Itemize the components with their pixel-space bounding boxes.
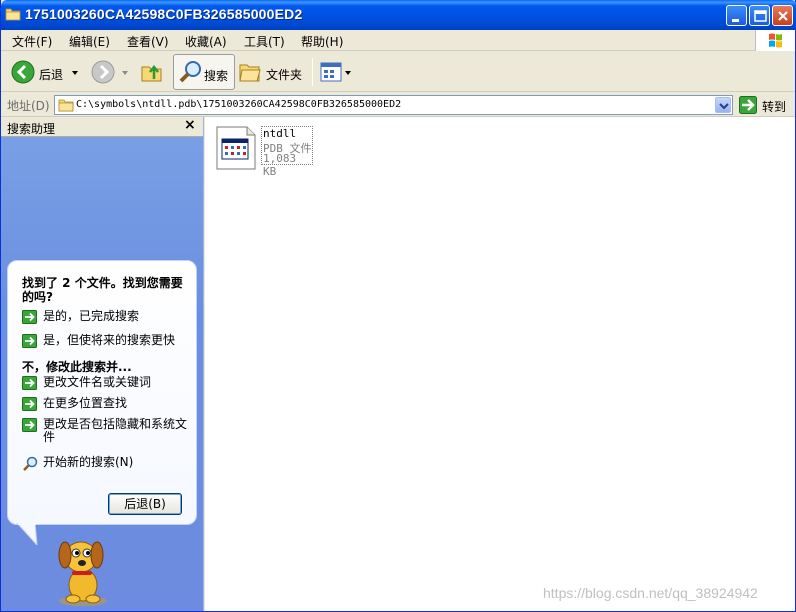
windows-logo [755, 30, 795, 51]
windows-flag-icon [769, 33, 782, 48]
views-button[interactable] [318, 52, 354, 92]
menu-tools[interactable]: 工具(T) [244, 33, 285, 50]
close-button[interactable] [772, 5, 793, 26]
minimize-icon [732, 19, 739, 22]
green-arrow-icon [22, 418, 37, 432]
option-new-search[interactable]: 开始新的搜索(N) [22, 456, 192, 472]
go-arrow-icon [739, 96, 757, 114]
option-more-locations[interactable]: 在更多位置查找 [22, 397, 192, 411]
pdb-file-icon [216, 126, 256, 170]
maximize-button[interactable] [749, 5, 770, 26]
file-size: 1,083 KB [263, 152, 297, 178]
address-dropdown-button[interactable] [715, 97, 731, 113]
search-button[interactable]: 搜索 [173, 54, 235, 90]
file-name: ntdll [263, 127, 297, 140]
folders-button[interactable]: 文件夹 [238, 52, 308, 92]
modify-search-subtitle: 不，修改此搜索并... [22, 360, 132, 374]
search-results-bubble: 找到了 2 个文件。找到您需要的吗? 是的，已完成搜索 是，但使将来的搜索更快 … [7, 260, 197, 525]
pane-header: 搜索助理 × [1, 117, 203, 137]
menu-file[interactable]: 文件(F) [12, 33, 52, 50]
option-change-filename[interactable]: 更改文件名或关键词 [22, 376, 192, 390]
go-button[interactable]: 转到 [738, 95, 794, 115]
menu-bar: 文件(F) 编辑(E) 查看(V) 收藏(A) 工具(T) 帮助(H) [1, 30, 795, 51]
back-button[interactable]: 后退 [9, 52, 85, 92]
menu-view[interactable]: 查看(V) [127, 33, 169, 50]
minimize-button[interactable] [726, 5, 747, 26]
toolbar: 后退 搜索 文件夹 [1, 52, 795, 92]
option-yes-faster[interactable]: 是，但使将来的搜索更快 [22, 334, 192, 348]
green-arrow-icon [22, 310, 37, 324]
results-question: 找到了 2 个文件。找到您需要的吗? [22, 276, 183, 304]
chevron-down-icon [719, 103, 729, 110]
forward-arrow-icon [91, 60, 115, 84]
address-input[interactable]: C:\symbols\ntdll.pdb\1751003260CA42598C0… [54, 95, 733, 115]
back-arrow-icon [11, 60, 35, 84]
title-bar[interactable]: 1751003260CA42598C0FB326585000ED2 [1, 0, 796, 30]
toolbar-separator [312, 58, 313, 86]
folder-up-icon [141, 64, 162, 82]
rover-dog-icon [58, 541, 107, 606]
folders-icon [239, 64, 261, 82]
views-dropdown-icon[interactable] [345, 71, 351, 75]
folder-icon [58, 99, 74, 112]
address-label: 地址(D) [7, 99, 50, 113]
pane-close-button[interactable]: × [184, 117, 196, 133]
file-item[interactable]: ntdll PDB 文件 1,083 KB [215, 125, 315, 183]
address-value: C:\symbols\ntdll.pdb\1751003260CA42598C0… [76, 99, 402, 110]
back-dropdown-icon[interactable] [72, 71, 78, 75]
folder-icon [5, 8, 21, 21]
option-hidden-system-files[interactable]: 更改是否包括隐藏和系统文件 [22, 418, 192, 446]
bubble-tail [16, 523, 38, 545]
maximize-icon [754, 10, 767, 22]
search-back-button[interactable]: 后退(B) [108, 493, 182, 515]
pane-title: 搜索助理 [7, 122, 56, 136]
explorer-window: 1751003260CA42598C0FB326585000ED2 文件(F) … [0, 0, 796, 612]
forward-dropdown-icon [122, 71, 128, 75]
file-list-area[interactable]: ntdll PDB 文件 1,083 KB [205, 117, 795, 611]
forward-button[interactable] [89, 52, 133, 92]
window-title: 1751003260CA42598C0FB326585000ED2 [25, 6, 303, 22]
menu-edit[interactable]: 编辑(E) [69, 33, 110, 50]
search-icon [179, 61, 201, 83]
green-arrow-icon [22, 376, 37, 390]
menu-help[interactable]: 帮助(H) [301, 33, 343, 50]
address-bar: 地址(D) C:\symbols\ntdll.pdb\1751003260CA4… [1, 93, 795, 117]
up-folder-button[interactable] [139, 52, 165, 92]
option-yes-done[interactable]: 是的，已完成搜索 [22, 310, 192, 324]
menu-favorites[interactable]: 收藏(A) [185, 33, 227, 50]
search-assistant-pane: 搜索助理 × 找到了 2 个文件。找到您需要的吗? 是的，已完成搜索 是，但使将… [1, 117, 204, 611]
green-arrow-icon [22, 397, 37, 411]
green-arrow-icon [22, 334, 37, 348]
views-icon [320, 62, 342, 82]
search-icon [23, 456, 38, 471]
watermark: https://blog.csdn.net/qq_38924942 [543, 585, 758, 601]
close-icon [778, 11, 788, 21]
